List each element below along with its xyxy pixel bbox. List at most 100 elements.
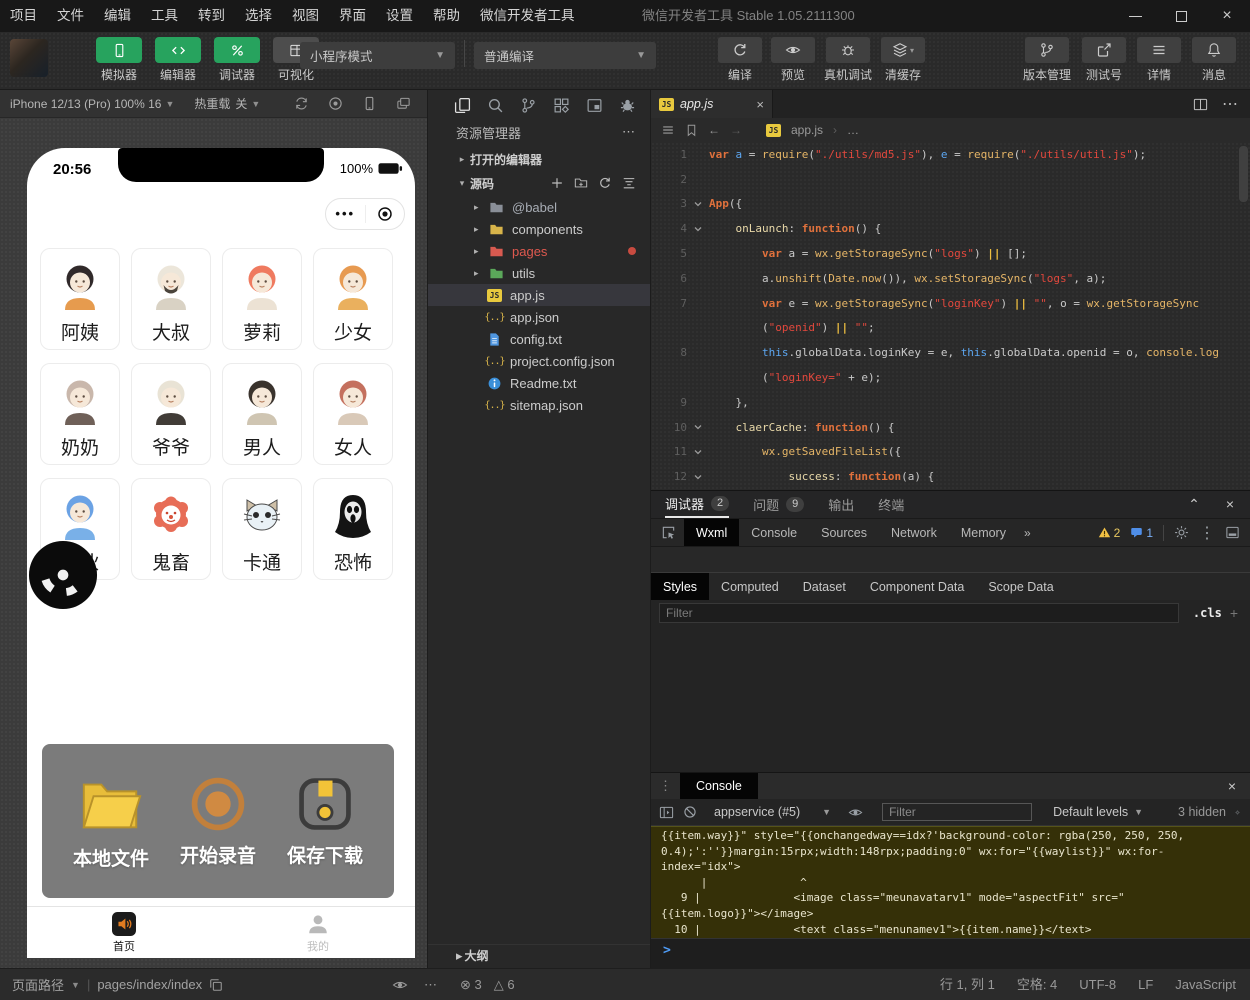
- warning-count[interactable]: 2: [1098, 526, 1121, 540]
- tree-item-app.js[interactable]: JSapp.js: [428, 284, 650, 306]
- eye-icon[interactable]: [848, 805, 863, 820]
- code-line[interactable]: 12success: function(a) {: [651, 464, 1250, 489]
- tree-item-components[interactable]: ▸components: [428, 218, 650, 240]
- maximize-button[interactable]: [1158, 0, 1204, 32]
- action-详情[interactable]: 详情: [1137, 37, 1181, 83]
- phone-action-开始录音[interactable]: 开始录音: [180, 774, 256, 868]
- console-tab[interactable]: Console: [680, 773, 758, 799]
- message-count[interactable]: 1: [1130, 526, 1153, 540]
- devtools-tab-Memory[interactable]: Memory: [949, 519, 1018, 546]
- voice-card-恐怖[interactable]: 恐怖: [313, 478, 393, 580]
- debugger-tab-问题[interactable]: 问题9: [753, 491, 804, 518]
- toggle-button[interactable]: [155, 37, 201, 63]
- tree-item-sitemap.json[interactable]: {..}sitemap.json: [428, 394, 650, 416]
- search-icon[interactable]: [487, 97, 504, 114]
- devtools-tab-Sources[interactable]: Sources: [809, 519, 879, 546]
- action-button[interactable]: [826, 37, 870, 63]
- refresh-icon[interactable]: [598, 176, 612, 190]
- source-control-icon[interactable]: [520, 97, 537, 114]
- nav-forward-icon[interactable]: →: [730, 123, 742, 137]
- extensions-icon[interactable]: [553, 97, 570, 114]
- status-item-1[interactable]: 空格: 4: [1017, 969, 1057, 1000]
- action-button[interactable]: [1137, 37, 1181, 63]
- status-item-4[interactable]: JavaScript: [1175, 969, 1236, 1000]
- voice-card-奶奶[interactable]: 奶奶: [40, 363, 120, 465]
- voice-card-萝莉[interactable]: 萝莉: [222, 248, 302, 350]
- code-line[interactable]: 9},: [651, 390, 1250, 415]
- user-avatar[interactable]: [10, 39, 48, 77]
- list-icon[interactable]: [661, 123, 675, 137]
- dock-side-icon[interactable]: [1225, 525, 1240, 540]
- fold-toggle-icon[interactable]: [693, 422, 709, 432]
- code-line[interactable]: ("loginKey=" + e);: [651, 365, 1250, 390]
- tree-item-project.config.json[interactable]: {..}project.config.json: [428, 350, 650, 372]
- styles-tab-Styles[interactable]: Styles: [651, 573, 709, 600]
- fold-toggle-icon[interactable]: [693, 199, 709, 209]
- compile-mode-dropdown[interactable]: 普通编译 ▼: [474, 42, 656, 69]
- status-more-icon[interactable]: ⋯: [424, 969, 438, 1000]
- page-path-value[interactable]: pages/index/index: [97, 977, 202, 992]
- device-frame-icon[interactable]: [362, 96, 377, 111]
- debugger-tab-调试器[interactable]: 调试器2: [665, 491, 729, 518]
- action-预览[interactable]: 预览: [771, 37, 815, 83]
- phone-action-本地文件[interactable]: 本地文件: [73, 771, 149, 871]
- fold-toggle-icon[interactable]: [693, 447, 709, 457]
- action-真机调试[interactable]: 真机调试: [824, 37, 872, 83]
- console-filter-input[interactable]: [882, 803, 1032, 821]
- wxml-tree-area[interactable]: [651, 547, 1250, 573]
- editor-more-icon[interactable]: ⋯: [1222, 94, 1238, 114]
- status-item-3[interactable]: LF: [1138, 969, 1153, 1000]
- files-icon[interactable]: [454, 97, 471, 114]
- toggle-编辑器[interactable]: 编辑器: [155, 37, 201, 83]
- nav-back-icon[interactable]: ←: [708, 123, 720, 137]
- code-line[interactable]: 3App({: [651, 192, 1250, 217]
- code-line[interactable]: ("openid") || "";: [651, 316, 1250, 341]
- code-line[interactable]: 6a.unshift(Date.now()), wx.setStorageSyn…: [651, 266, 1250, 291]
- tree-item-config.txt[interactable]: config.txt: [428, 328, 650, 350]
- eye-icon[interactable]: [392, 977, 408, 993]
- code-line[interactable]: 7var e = wx.getStorageSync("loginKey") |…: [651, 291, 1250, 316]
- cls-toggle[interactable]: .cls: [1193, 606, 1222, 620]
- action-消息[interactable]: 消息: [1192, 37, 1236, 83]
- styles-tab-Scope-Data[interactable]: Scope Data: [976, 573, 1065, 600]
- minimize-button[interactable]: [1112, 0, 1158, 32]
- close-panel-icon[interactable]: ×: [1226, 496, 1234, 513]
- phone-action-保存下载[interactable]: 保存下载: [287, 774, 363, 868]
- close-tab-icon[interactable]: ×: [756, 97, 764, 112]
- code-line[interactable]: 2: [651, 167, 1250, 192]
- drag-handle-icon[interactable]: ⋮: [651, 778, 680, 794]
- debugger-tab-终端[interactable]: 终端: [878, 491, 904, 518]
- status-item-2[interactable]: UTF-8: [1079, 969, 1116, 1000]
- tree-item-utils[interactable]: ▸utils: [428, 262, 650, 284]
- editor-scrollbar[interactable]: [1239, 146, 1248, 202]
- menu-item-0[interactable]: 项目: [0, 0, 47, 32]
- mode-dropdown[interactable]: 小程序模式 ▼: [300, 42, 455, 69]
- rotate-icon[interactable]: [294, 96, 309, 111]
- voice-card-女人[interactable]: 女人: [313, 363, 393, 465]
- menu-item-2[interactable]: 编辑: [94, 0, 141, 32]
- styles-filter-input[interactable]: [659, 603, 1179, 623]
- exit-button[interactable]: [366, 206, 405, 222]
- editor-tab-appjs[interactable]: JS app.js ×: [651, 90, 773, 118]
- hot-reload-state[interactable]: 关: [235, 95, 247, 112]
- code-area[interactable]: 1var a = require("./utils/md5.js"), e = …: [651, 142, 1250, 490]
- toggle-button[interactable]: [214, 37, 260, 63]
- toggle-button[interactable]: [96, 37, 142, 63]
- outline-section[interactable]: ▸ 大纲: [428, 944, 650, 966]
- preview-icon[interactable]: [586, 97, 603, 114]
- problems-summary[interactable]: ⊗ 3 △ 6: [460, 969, 515, 1000]
- menu-item-3[interactable]: 工具: [141, 0, 188, 32]
- styles-tab-Computed[interactable]: Computed: [709, 573, 791, 600]
- tree-item-@babel[interactable]: ▸@babel: [428, 196, 650, 218]
- action-button[interactable]: ▾: [881, 37, 925, 63]
- execution-context-dropdown[interactable]: appservice (#5)▼: [714, 805, 831, 819]
- copy-icon[interactable]: [209, 978, 223, 992]
- music-disc-button[interactable]: [28, 540, 98, 610]
- voice-card-男人[interactable]: 男人: [222, 363, 302, 465]
- gear-icon[interactable]: [1174, 525, 1189, 540]
- kebab-menu-icon[interactable]: ⋮: [1199, 523, 1215, 543]
- inspect-element-icon[interactable]: [661, 525, 676, 540]
- action-清缓存[interactable]: ▾清缓存: [881, 37, 925, 83]
- fold-toggle-icon[interactable]: [693, 472, 709, 482]
- devtools-tab-Console[interactable]: Console: [739, 519, 809, 546]
